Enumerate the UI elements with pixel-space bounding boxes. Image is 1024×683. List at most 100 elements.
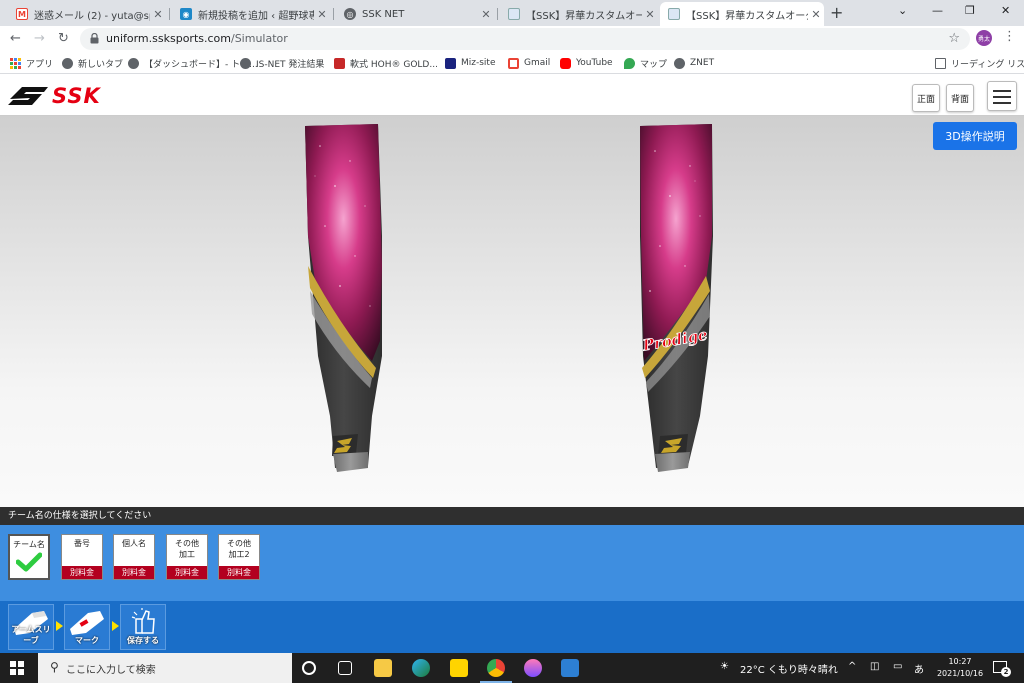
gmail-icon: M (16, 8, 28, 20)
globe-icon (240, 57, 251, 69)
step-arrow-icon (112, 621, 119, 631)
close-icon[interactable]: ✕ (314, 8, 330, 21)
browser-tab-simulator-active[interactable]: 【SSK】昇華カスタムオーダー シミュ ✕ (660, 2, 824, 26)
back-arrow-icon[interactable]: ← (10, 31, 21, 46)
hamburger-menu-icon[interactable] (987, 81, 1017, 111)
site-header: SSK 正面 背面 (0, 74, 1024, 116)
url-text: uniform.ssksports.com/Simulator (106, 32, 288, 45)
option-label: 番号 (74, 539, 90, 548)
close-icon[interactable]: ✕ (808, 8, 824, 21)
bookmark-znet[interactable]: ZNET (674, 56, 714, 70)
option-other-processing[interactable]: その他 加工 別料金 (166, 534, 208, 580)
battery-icon[interactable]: ▭ (893, 661, 902, 672)
camera-icon[interactable]: ◫ (870, 661, 879, 672)
bookmark-gmail[interactable]: Gmail (508, 56, 550, 70)
ime-indicator[interactable]: あ (914, 661, 924, 676)
front-view-button[interactable]: 正面 (912, 84, 940, 112)
search-placeholder: ここに入力して検索 (66, 665, 156, 676)
reading-list-label: リーディング リスト (951, 59, 1024, 70)
back-view-button[interactable]: 背面 (946, 84, 974, 112)
ssk-logo[interactable]: SSK (8, 84, 101, 108)
edge-icon[interactable] (412, 659, 430, 677)
logo-text: SSK (52, 84, 101, 108)
browser-tab-ssknet[interactable]: ◎ SSK NET ✕ (336, 2, 494, 26)
new-tab-button[interactable]: + (830, 3, 843, 22)
bookmark-label: ZNET (690, 58, 715, 68)
close-window-button[interactable]: ✕ (1001, 4, 1010, 17)
url-host: uniform.ssksports.com (106, 32, 231, 45)
globe-icon (128, 57, 139, 69)
option-other-processing-2[interactable]: その他 加工2 別料金 (218, 534, 260, 580)
paint-drop-icon[interactable] (524, 659, 542, 677)
page-icon (334, 57, 345, 69)
bookmark-isnet[interactable]: IS-NET 発注結果 (240, 56, 324, 70)
sleeve-3d-render: Prodige (305, 124, 713, 472)
steps-panel: アームスリーブ マーク 保存する (0, 601, 1024, 653)
close-icon[interactable]: ✕ (478, 8, 494, 21)
cortana-icon[interactable] (302, 661, 316, 675)
step-label: 保存する (127, 636, 159, 645)
bookmark-hoh-gold[interactable]: 軟式 HOH® GOLD... (334, 56, 438, 70)
sleeve-back-view: Prodige (640, 124, 713, 472)
globe-icon: ◎ (344, 8, 356, 20)
maximize-button[interactable]: ❐ (965, 4, 975, 17)
minimize-button[interactable]: — (932, 4, 943, 17)
browser-tab-simulator-1[interactable]: 【SSK】昇華カスタムオーダー シミュ ✕ (500, 2, 658, 26)
bookmark-apps[interactable]: アプリ (10, 56, 53, 70)
page-icon (508, 8, 520, 20)
profile-avatar[interactable]: 勇太 (976, 30, 992, 46)
tray-chevron-icon[interactable]: ^ (848, 661, 856, 672)
browser-menu-icon[interactable]: ⋮ (1003, 29, 1016, 44)
bookmark-miz-site[interactable]: Miz-site (445, 56, 496, 70)
browser-tab-gmail[interactable]: M 迷惑メール (2) - yuta@spcv.jp ✕ (8, 2, 166, 26)
ssk-mark-icon (8, 87, 48, 105)
option-personal-name[interactable]: 個人名 別料金 (113, 534, 155, 580)
bookmark-dashboard[interactable]: 【ダッシュボード】- トッ... (128, 56, 258, 70)
file-explorer-icon[interactable] (374, 659, 392, 677)
option-label: 個人名 (122, 539, 146, 548)
step-save[interactable]: 保存する (120, 604, 166, 650)
forward-arrow-icon[interactable]: → (34, 31, 45, 46)
bookmark-label: 軟式 HOH® GOLD... (350, 59, 438, 70)
bookmark-star-icon[interactable]: ☆ (948, 31, 960, 46)
weather-text[interactable]: 22°C くもり時々晴れ (740, 661, 838, 676)
task-view-icon[interactable] (338, 661, 352, 675)
3d-viewport[interactable]: Prodige (0, 116, 1024, 507)
windows-start-icon[interactable] (10, 661, 24, 675)
reading-list[interactable]: リーディング リスト (935, 56, 1024, 70)
tab-separator (333, 8, 334, 20)
3d-help-button[interactable]: 3D操作説明 (933, 122, 1017, 150)
notification-icon[interactable]: 2 (993, 661, 1011, 677)
lock-icon (90, 33, 99, 44)
bookmark-youtube[interactable]: YouTube (560, 56, 613, 70)
bookmark-new-tab[interactable]: 新しいタブ (62, 56, 123, 70)
address-bar[interactable]: uniform.ssksports.com/Simulator ☆ (80, 28, 970, 50)
taskbar-search-box[interactable]: ⚲ ここに入力して検索 (38, 653, 292, 683)
bookmark-maps[interactable]: マップ (624, 56, 667, 70)
extra-charge-badge: 別料金 (114, 566, 154, 579)
tab-separator (169, 8, 170, 20)
apps-grid-icon (10, 57, 21, 69)
close-icon[interactable]: ✕ (642, 8, 658, 21)
sleeve-front-view (305, 124, 382, 472)
option-team-name[interactable]: チーム名 (8, 534, 50, 580)
sticky-notes-icon[interactable] (450, 659, 468, 677)
weather-icon[interactable]: ☀ (720, 661, 729, 672)
chrome-icon[interactable] (487, 659, 505, 677)
reload-icon[interactable]: ↻ (58, 31, 69, 46)
close-icon[interactable]: ✕ (150, 8, 166, 21)
browser-tab-wordpress[interactable]: ◉ 新規投稿を追加 ‹ 超野球専門 ✕ (172, 2, 330, 26)
tab-search-icon[interactable]: ⌄ (898, 4, 907, 17)
option-number[interactable]: 番号 別料金 (61, 534, 103, 580)
search-icon: ⚲ (50, 660, 59, 674)
step-arm-sleeve[interactable]: アームスリーブ (8, 604, 54, 650)
instruction-bar: チーム名の仕様を選択してください (0, 507, 1024, 525)
option-label: その他 加工2 (227, 539, 251, 559)
step-mark[interactable]: マーク (64, 604, 110, 650)
photos-icon[interactable] (561, 659, 579, 677)
tab-title: 迷惑メール (2) - yuta@spcv.jp (34, 10, 150, 22)
bookmark-label: アプリ (26, 59, 54, 70)
taskbar-clock[interactable]: 10:27 2021/10/16 (935, 656, 985, 680)
browser-tab-strip: M 迷惑メール (2) - yuta@spcv.jp ✕ ◉ 新規投稿を追加 ‹… (0, 0, 1024, 26)
youtube-icon (560, 57, 571, 69)
